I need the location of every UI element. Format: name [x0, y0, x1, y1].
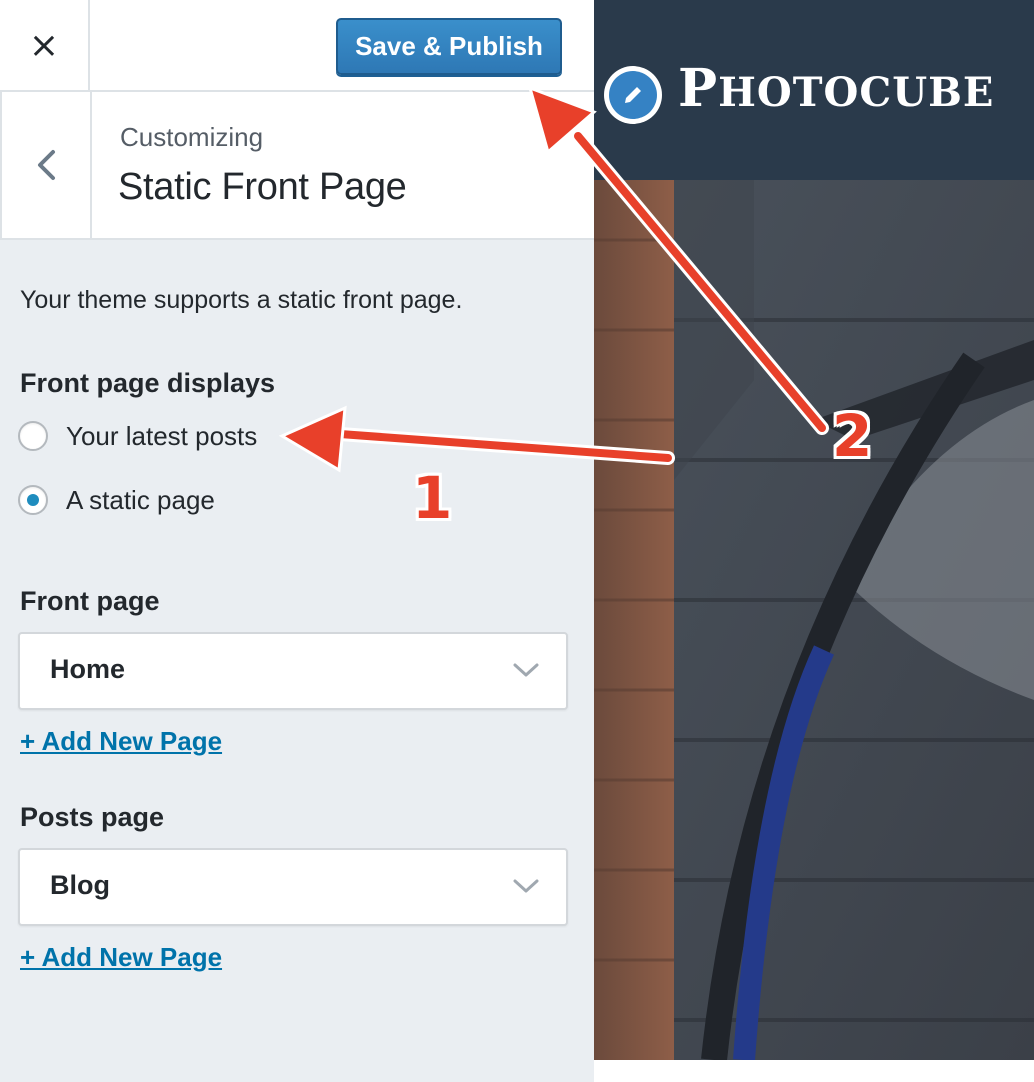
- save-publish-button[interactable]: Save & Publish: [336, 18, 562, 75]
- site-title-initial: P: [678, 58, 719, 119]
- select-value: Home: [50, 654, 126, 684]
- radio-label: A static page: [66, 484, 215, 515]
- annotation-label-1: 1: [412, 464, 453, 532]
- page-title: Static Front Page: [118, 166, 407, 208]
- radio-label: Your latest posts: [66, 420, 258, 451]
- chevron-down-icon: [513, 663, 539, 677]
- breadcrumb: Customizing: [120, 122, 264, 152]
- radio-button[interactable]: [18, 421, 48, 451]
- site-title-rest: HOTOCUBE: [718, 69, 995, 116]
- section-header: Customizing Static Front Page: [0, 92, 594, 240]
- posts-page-select[interactable]: Blog: [18, 848, 568, 926]
- add-new-page-link[interactable]: + Add New Page: [20, 942, 222, 973]
- add-new-page-link[interactable]: + Add New Page: [20, 726, 222, 757]
- site-title[interactable]: PHOTOCUBE: [678, 58, 994, 119]
- annotation-label-2: 2: [832, 402, 873, 470]
- select-value: Blog: [50, 870, 110, 900]
- chevron-left-icon: [38, 150, 55, 180]
- customizer-header: × Save & Publish: [0, 0, 594, 92]
- posts-page-label: Posts page: [20, 802, 165, 832]
- radio-option-latest-posts[interactable]: Your latest posts: [18, 420, 257, 452]
- section-description: Your theme supports a static front page.: [20, 286, 463, 314]
- pencil-icon: [609, 71, 657, 119]
- front-page-select[interactable]: Home: [18, 632, 568, 710]
- radio-option-static-page[interactable]: A static page: [18, 484, 215, 516]
- close-icon[interactable]: ×: [0, 0, 90, 90]
- site-header: PHOTOCUBE: [594, 0, 1034, 180]
- preview-bottom-strip: [594, 1060, 1034, 1082]
- front-page-label: Front page: [20, 586, 160, 616]
- edit-shortcut-button[interactable]: [604, 66, 662, 124]
- back-button[interactable]: [2, 92, 92, 238]
- chevron-down-icon: [513, 879, 539, 893]
- hero-image: [594, 180, 1034, 1060]
- site-preview[interactable]: PHOTOCUBE: [594, 0, 1034, 1060]
- customizer-sidebar: × Save & Publish Customizing Static Fron…: [0, 0, 594, 1082]
- radio-button-checked[interactable]: [18, 485, 48, 515]
- front-page-displays-label: Front page displays: [20, 368, 276, 398]
